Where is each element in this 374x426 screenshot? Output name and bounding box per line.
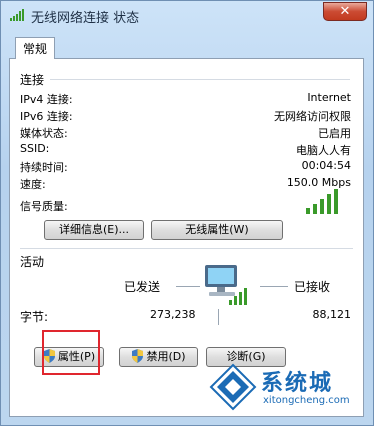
watermark-url: xitongcheng.com — [263, 395, 350, 406]
activity-heading: 活动 — [20, 255, 45, 269]
disable-label: 禁用(D) — [146, 350, 186, 363]
sent-line — [176, 286, 200, 287]
signal-quality-label: 信号质量: — [20, 200, 68, 213]
window-title: 无线网络连接 状态 — [31, 11, 140, 26]
uac-shield-icon — [132, 349, 144, 363]
wifi-signal-icon — [10, 9, 24, 21]
speed-label: 速度: — [20, 178, 46, 191]
watermark-logo-icon — [209, 363, 257, 411]
bytes-sent-value: 273,238 — [150, 308, 196, 321]
media-state-value: 已启用 — [318, 127, 351, 140]
watermark: 系统城 xitongcheng.com — [205, 359, 365, 415]
sent-label: 已发送 — [124, 280, 161, 294]
connection-heading: 连接 — [20, 73, 45, 87]
speed-value: 150.0 Mbps — [286, 176, 351, 189]
section-divider — [50, 79, 350, 80]
signal-strength-icon — [306, 189, 338, 214]
highlight-box — [42, 330, 100, 375]
received-label: 已接收 — [294, 280, 331, 294]
bytes-label: 字节: — [20, 310, 49, 324]
wireless-properties-button[interactable]: 无线属性(W) — [151, 220, 283, 240]
close-button[interactable]: ✕ — [323, 2, 367, 21]
ssid-label: SSID: — [20, 142, 50, 155]
ipv6-label: IPv6 连接: — [20, 110, 73, 123]
ipv4-label: IPv4 连接: — [20, 93, 73, 106]
received-line — [260, 286, 288, 287]
network-computer-icon — [205, 265, 247, 305]
disable-button[interactable]: 禁用(D) — [119, 347, 198, 367]
bytes-received-value: 88,121 — [312, 308, 352, 321]
details-button[interactable]: 详细信息(E)... — [44, 220, 144, 240]
ipv4-value: Internet — [307, 91, 351, 104]
activity-divider — [218, 309, 219, 325]
title-bar[interactable]: 无线网络连接 状态 ✕ — [1, 1, 373, 31]
tab-general[interactable]: 常规 — [15, 37, 55, 59]
watermark-text: 系统城 — [261, 371, 334, 396]
duration-value: 00:04:54 — [301, 159, 351, 172]
duration-label: 持续时间: — [20, 161, 68, 174]
ssid-value: 电脑人人有 — [296, 144, 351, 157]
media-state-label: 媒体状态: — [20, 127, 68, 140]
section-divider — [20, 248, 353, 249]
status-dialog: 无线网络连接 状态 ✕ 常规 连接 IPv4 连接: Internet IPv6… — [0, 0, 374, 426]
ipv6-value: 无网络访问权限 — [274, 110, 351, 123]
